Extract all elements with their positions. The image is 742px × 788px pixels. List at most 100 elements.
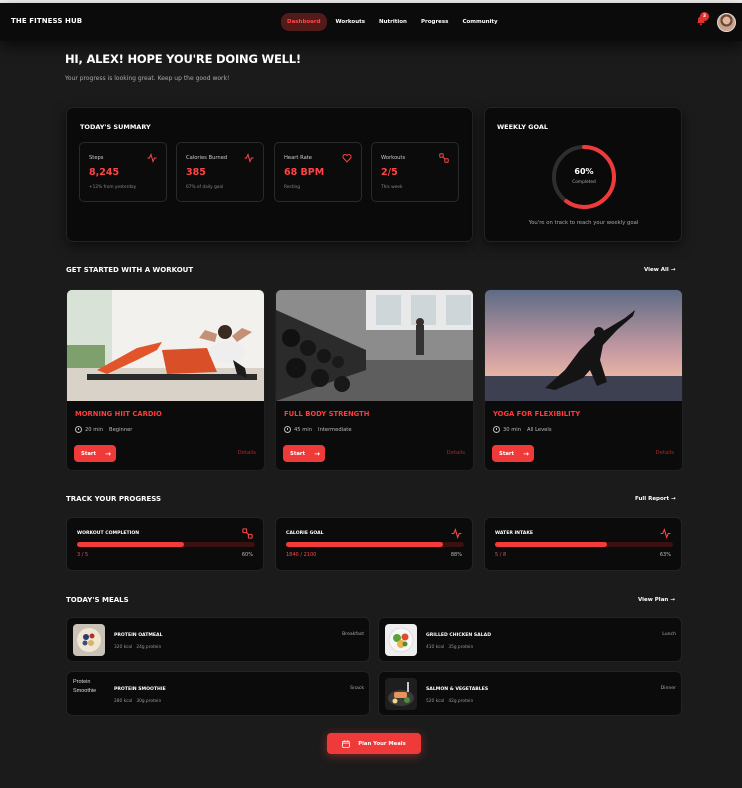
meal-image-alt-text: Protein Smoothie: [73, 679, 97, 694]
weekly-goal-title: WEEKLY GOAL: [497, 123, 549, 131]
avatar[interactable]: [717, 13, 736, 32]
stat-note: Resting: [284, 185, 301, 190]
workout-name: FULL BODY STRENGTH: [284, 410, 370, 418]
workout-level: Intermediate: [318, 426, 352, 433]
weekly-goal-label: Completed: [572, 180, 596, 185]
progress-name: CALORIE GOAL: [286, 531, 324, 536]
stat-label: Workouts: [381, 155, 406, 161]
progress-card-workout: WORKOUT COMPLETION 3 / 5 60%: [66, 517, 264, 571]
workout-level: Beginner: [109, 426, 133, 433]
nav-progress[interactable]: Progress: [416, 13, 453, 31]
page-subtitle: Your progress is looking great. Keep up …: [65, 75, 230, 82]
start-label: Start: [499, 450, 515, 457]
meal-card-snack[interactable]: Protein Smoothie PROTEIN SMOOTHIE 280 kc…: [66, 671, 370, 716]
workout-card-strength[interactable]: FULL BODY STRENGTH 45 min Intermediate S…: [275, 289, 474, 471]
weekly-goal-card: WEEKLY GOAL 60% Completed You're on trac…: [484, 107, 682, 242]
nav-links: Dashboard Workouts Nutrition Progress Co…: [281, 13, 507, 31]
progress-ring: [552, 145, 616, 209]
meal-image-salad: [385, 624, 417, 656]
meal-protein: 42g protein: [448, 699, 474, 704]
nav-workouts[interactable]: Workouts: [331, 13, 370, 31]
activity-icon: [451, 528, 462, 539]
progress-value: 1840 / 2100: [286, 552, 317, 558]
workout-meta: 30 min All Levels: [493, 426, 552, 433]
meal-card-breakfast[interactable]: PROTEIN OATMEAL 320 kcal 24g protein Bre…: [66, 617, 370, 662]
clock-icon: [284, 426, 291, 433]
stat-workouts: Workouts 2/5 This week: [371, 142, 459, 202]
meal-name: SALMON & VEGETABLES: [426, 687, 489, 692]
activity-icon: [147, 153, 157, 163]
meal-time: Breakfast: [342, 632, 364, 637]
workout-name: MORNING HIIT CARDIO: [75, 410, 162, 418]
stat-heart-rate: Heart Rate 68 BPM Resting: [274, 142, 362, 202]
full-report-label: Full Report: [635, 496, 670, 502]
full-report-link[interactable]: Full Report →: [635, 496, 676, 502]
meal-meta: 320 kcal 24g protein: [114, 645, 161, 650]
workout-meta: 45 min Intermediate: [284, 426, 352, 433]
view-all-link[interactable]: View All →: [644, 267, 675, 273]
meal-meta: 280 kcal 30g protein: [114, 699, 161, 704]
notification-badge: 3: [700, 12, 709, 21]
arrow-right-icon: →: [105, 449, 111, 458]
weekly-goal-ring: 60% Completed: [549, 142, 619, 212]
arrow-right-icon: →: [671, 496, 676, 502]
plan-meals-label: Plan Your Meals: [358, 740, 406, 747]
workout-image-hiit: [67, 290, 264, 401]
heart-icon: [342, 154, 352, 163]
stat-value: 68 BPM: [284, 167, 325, 178]
start-button[interactable]: Start →: [74, 445, 116, 462]
progress-card-calorie: CALORIE GOAL 1840 / 2100 88%: [275, 517, 473, 571]
meal-image-oatmeal: [73, 624, 105, 656]
activity-icon: [660, 528, 671, 539]
weekly-goal-percent: 60%: [574, 167, 594, 176]
meal-name: PROTEIN SMOOTHIE: [114, 687, 166, 692]
meal-name: PROTEIN OATMEAL: [114, 633, 163, 638]
meal-card-dinner[interactable]: SALMON & VEGETABLES 520 kcal 42g protein…: [378, 671, 682, 716]
progress-bar-fill: [77, 542, 184, 547]
stat-note: 67% of daily goal: [186, 185, 224, 190]
meal-kcal: 520 kcal: [426, 699, 445, 704]
meal-time: Snack: [350, 686, 364, 691]
progress-bar: [286, 542, 464, 547]
meal-kcal: 320 kcal: [114, 645, 133, 650]
stat-label: Steps: [89, 155, 104, 161]
stat-value: 385: [186, 167, 206, 178]
details-link[interactable]: Details: [447, 450, 465, 456]
nav-dashboard[interactable]: Dashboard: [281, 13, 327, 31]
meal-image-salmon: [385, 678, 417, 710]
start-label: Start: [290, 450, 306, 457]
workout-card-hiit[interactable]: MORNING HIIT CARDIO 20 min Beginner Star…: [66, 289, 265, 471]
progress-section-title: TRACK YOUR PROGRESS: [66, 495, 162, 503]
nav-nutrition[interactable]: Nutrition: [374, 13, 412, 31]
workout-image-yoga: [485, 290, 682, 401]
progress-name: WORKOUT COMPLETION: [77, 531, 140, 536]
brand-logo[interactable]: THE FITNESS HUB: [11, 17, 82, 25]
meal-protein: 30g protein: [136, 699, 162, 704]
view-plan-link[interactable]: View Plan →: [638, 597, 675, 603]
workout-duration: 45 min: [294, 426, 313, 433]
nav-community[interactable]: Community: [457, 13, 502, 31]
meal-kcal: 280 kcal: [114, 699, 133, 704]
workout-card-yoga[interactable]: YOGA FOR FLEXIBILITY 30 min All Levels S…: [484, 289, 683, 471]
stat-label: Calories Burned: [186, 155, 228, 161]
summary-title: TODAY'S SUMMARY: [80, 123, 151, 131]
view-all-label: View All: [644, 267, 669, 273]
details-link[interactable]: Details: [238, 450, 256, 456]
stat-calories: Calories Burned 385 67% of daily goal: [176, 142, 264, 202]
plan-meals-button[interactable]: Plan Your Meals: [327, 733, 421, 754]
details-link[interactable]: Details: [656, 450, 674, 456]
top-navbar: THE FITNESS HUB Dashboard Workouts Nutri…: [0, 3, 742, 41]
stat-label: Heart Rate: [284, 155, 312, 161]
stat-steps: Steps 8,245 +12% from yesterday: [79, 142, 167, 202]
meal-card-lunch[interactable]: GRILLED CHICKEN SALAD 410 kcal 35g prote…: [378, 617, 682, 662]
page-title: HI, ALEX! HOPE YOU'RE DOING WELL!: [65, 52, 301, 66]
meal-meta: 520 kcal 42g protein: [426, 699, 473, 704]
meal-meta: 410 kcal 35g protein: [426, 645, 473, 650]
meal-name: GRILLED CHICKEN SALAD: [426, 633, 492, 638]
meal-kcal: 410 kcal: [426, 645, 445, 650]
workout-image-strength: [276, 290, 473, 401]
workouts-section-title: GET STARTED WITH A WORKOUT: [66, 266, 194, 274]
start-button[interactable]: Start →: [492, 445, 534, 462]
start-button[interactable]: Start →: [283, 445, 325, 462]
calendar-icon: [342, 739, 351, 748]
